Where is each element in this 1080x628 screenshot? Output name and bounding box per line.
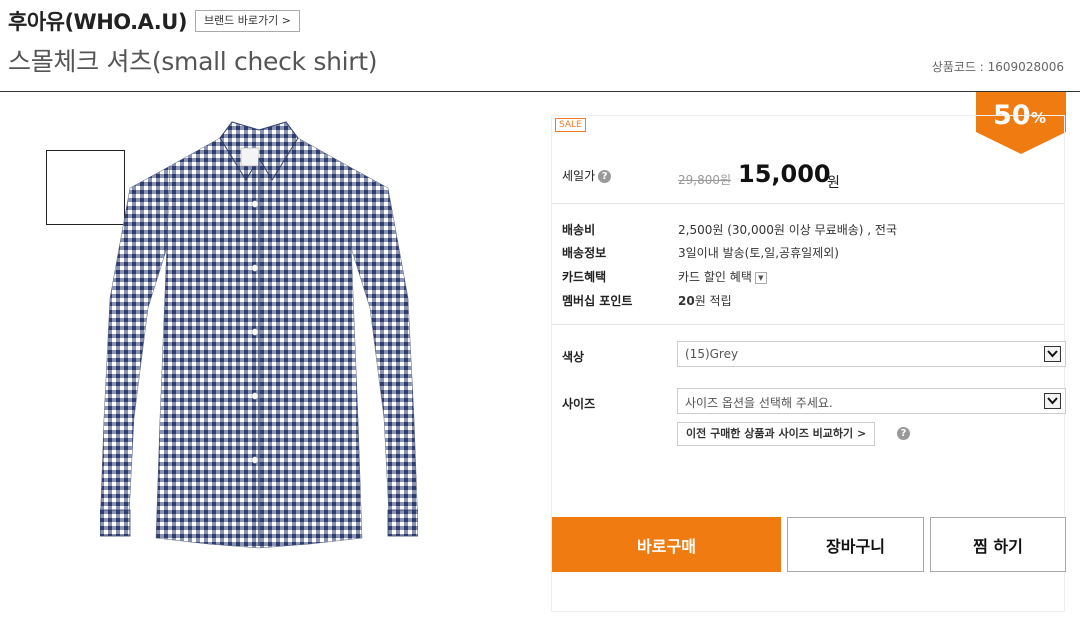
shipping-fee-value: 2,500원 (30,000원 이상 무료배송) , 전국 [678, 223, 897, 237]
shipping-info-label: 배송정보 [562, 246, 607, 260]
wishlist-button[interactable]: 찜 하기 [930, 517, 1066, 572]
product-image[interactable] [100, 118, 418, 550]
shipping-fee-label: 배송비 [562, 223, 596, 237]
membership-points-amount: 20 [678, 294, 695, 308]
membership-points-label: 멤버십 포인트 [562, 294, 633, 308]
membership-points-suffix: 원 적립 [694, 294, 732, 308]
currency-unit: 원 [827, 175, 840, 191]
size-compare-button[interactable]: 이전 구매한 상품과 사이즈 비교하기 > [677, 422, 876, 446]
chevron-down-icon[interactable] [1044, 346, 1061, 362]
card-benefit-value: 카드 할인 혜택 ▼ [678, 268, 767, 285]
help-icon[interactable]: ? [897, 427, 910, 440]
card-benefit-label: 카드혜택 [562, 270, 607, 284]
color-option-label: 색상 [562, 350, 585, 364]
product-code-value: 1609028006 [987, 60, 1064, 74]
size-select[interactable]: 사이즈 옵션을 선택해 주세요. [677, 388, 1066, 414]
product-image-area [0, 92, 540, 628]
size-option-label: 사이즈 [562, 397, 596, 411]
add-to-cart-button[interactable]: 장바구니 [787, 517, 924, 572]
sale-price-label-text: 세일가 [562, 169, 596, 183]
size-select-placeholder: 사이즈 옵션을 선택해 주세요. [685, 396, 833, 410]
card-benefit-toggle-icon[interactable]: ▼ [754, 271, 767, 284]
purchase-panel: SALE 세일가? 29,800원 15,000 원 배송비 2,500원 (3… [551, 115, 1066, 612]
color-select[interactable]: (15)Grey [677, 341, 1066, 367]
divider [552, 203, 1064, 204]
product-code-label: 상품코드 : [931, 60, 988, 74]
card-benefit-text: 카드 할인 혜택 [678, 270, 752, 284]
sale-tag: SALE [555, 118, 586, 132]
membership-points-value: 20원 적립 [678, 292, 732, 309]
shipping-info-value: 3일이내 발송(토,일,공휴일제외) [678, 246, 839, 260]
divider [552, 324, 1064, 325]
color-select-value: (15)Grey [685, 347, 739, 361]
brand-shortcut-button[interactable]: 브랜드 바로가기 > [194, 10, 300, 32]
sale-price: 15,000 [738, 160, 831, 188]
product-code: 상품코드 : 1609028006 [932, 58, 1064, 75]
brand-name: 후아유(WHO.A.U) [8, 10, 187, 34]
brand-row: 후아유(WHO.A.U) 브랜드 바로가기 > [8, 4, 300, 38]
help-icon[interactable]: ? [598, 170, 612, 183]
chevron-down-icon[interactable] [1044, 393, 1061, 409]
original-price: 29,800원 [678, 173, 732, 187]
product-title: 스몰체크 셔츠(small check shirt) [8, 47, 378, 76]
buy-now-button[interactable]: 바로구매 [552, 517, 781, 572]
sale-price-label: 세일가? [562, 167, 612, 184]
